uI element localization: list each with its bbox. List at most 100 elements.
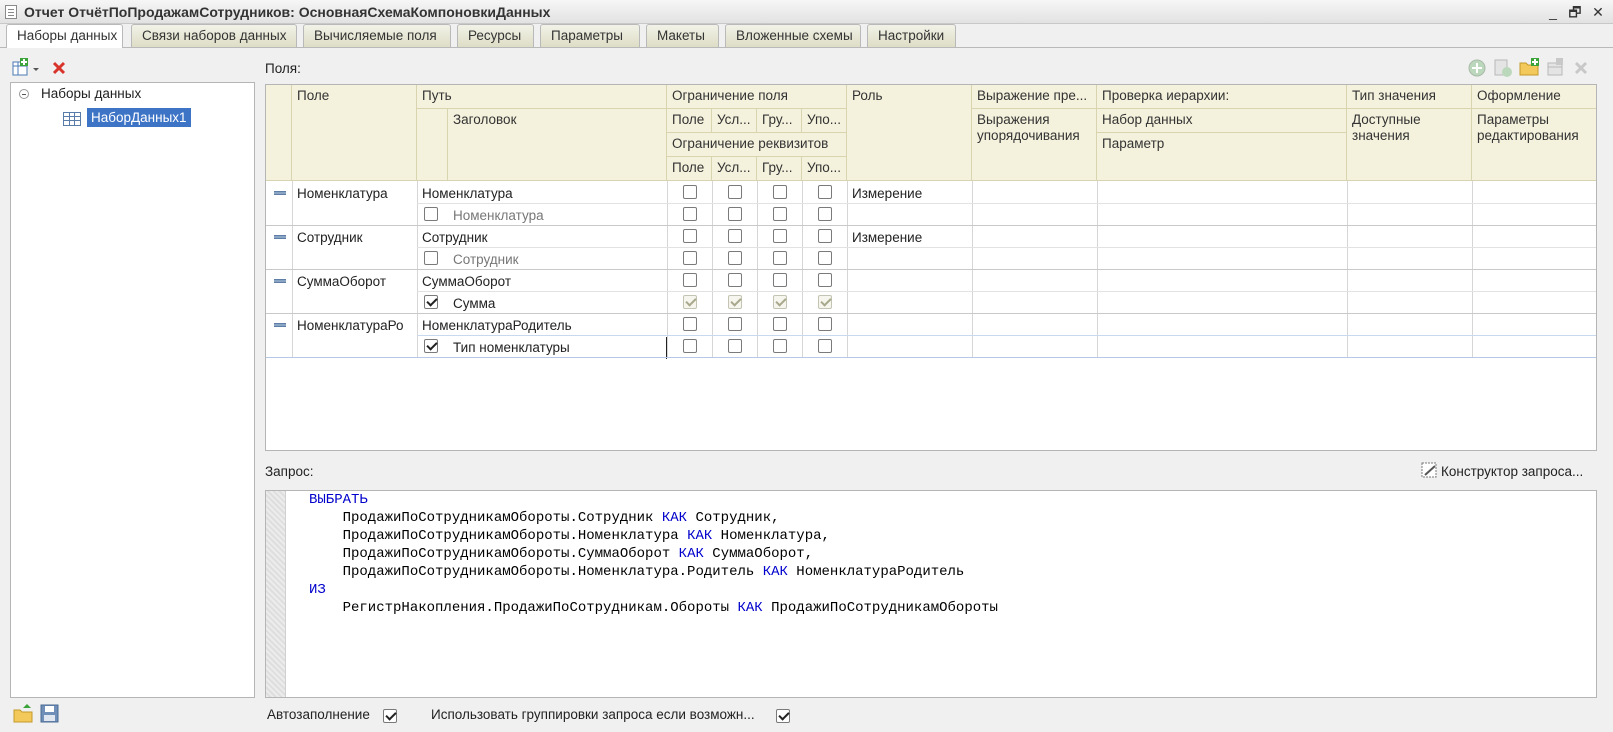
- col-available-values[interactable]: Доступные значения: [1347, 109, 1472, 181]
- col-r-cond[interactable]: Усл...: [712, 109, 757, 133]
- tab-resources[interactable]: Ресурсы: [457, 24, 534, 47]
- restr-order-checkbox[interactable]: [818, 229, 832, 243]
- tab-nested-schemas[interactable]: Вложенные схемы: [725, 24, 861, 47]
- query-text[interactable]: ВЫБРАТЬ ПродажиПоСотрудникамОбороты.Сотр…: [309, 491, 998, 617]
- col-title[interactable]: Заголовок: [448, 109, 667, 181]
- cell-role[interactable]: [847, 271, 972, 277]
- use-grouping-checkbox[interactable]: [776, 709, 790, 723]
- minimize-button[interactable]: _: [1543, 2, 1563, 22]
- cell-title-editing[interactable]: Тип номенклатуры: [448, 337, 667, 359]
- attr-order-checkbox[interactable]: [818, 207, 832, 221]
- col-restriction-attrs[interactable]: Ограничение реквизитов: [667, 133, 847, 157]
- col-ra-order[interactable]: Упо...: [802, 157, 847, 181]
- restr-group-checkbox[interactable]: [773, 317, 787, 331]
- col-edit-params[interactable]: Параметры редактирования: [1472, 109, 1596, 181]
- attr-cond-checkbox[interactable]: [728, 251, 742, 265]
- cell-field[interactable]: СуммаОборот: [292, 271, 417, 293]
- restr-cond-checkbox[interactable]: [728, 273, 742, 287]
- add-field-icon[interactable]: [1493, 58, 1513, 78]
- attr-group-checkbox[interactable]: [773, 295, 787, 309]
- attr-group-checkbox[interactable]: [773, 251, 787, 265]
- folder-icon[interactable]: [13, 704, 35, 724]
- restr-field-checkbox[interactable]: [683, 317, 697, 331]
- cell-title[interactable]: Сотрудник: [448, 249, 667, 271]
- col-ra-group[interactable]: Гру...: [757, 157, 802, 181]
- cell-title[interactable]: Номенклатура: [448, 205, 667, 227]
- close-button[interactable]: ✕: [1588, 2, 1608, 22]
- cell-path[interactable]: Сотрудник: [417, 227, 667, 249]
- save-icon[interactable]: [40, 704, 60, 724]
- add-folder-icon[interactable]: [1519, 58, 1541, 78]
- remove-icon[interactable]: [1573, 60, 1589, 76]
- restr-order-checkbox[interactable]: [818, 317, 832, 331]
- col-role[interactable]: Роль: [847, 85, 972, 181]
- attr-field-checkbox[interactable]: [683, 251, 697, 265]
- restr-cond-checkbox[interactable]: [728, 229, 742, 243]
- cell-path[interactable]: НоменклатураРодитель: [417, 315, 667, 337]
- cell-field[interactable]: НоменклатураРо: [292, 315, 417, 337]
- add-circle-icon[interactable]: [1467, 58, 1487, 78]
- col-restriction-field[interactable]: Ограничение поля: [667, 85, 847, 109]
- restore-button[interactable]: 🗗: [1565, 2, 1585, 22]
- col-field[interactable]: Поле: [292, 85, 417, 181]
- restr-field-checkbox[interactable]: [683, 273, 697, 287]
- cell-role[interactable]: Измерение: [847, 183, 972, 205]
- collapse-icon[interactable]: [19, 89, 29, 99]
- query-editor[interactable]: ВЫБРАТЬ ПродажиПоСотрудникамОбороты.Сотр…: [265, 490, 1597, 698]
- cell-path[interactable]: СуммаОборот: [417, 271, 667, 293]
- col-format[interactable]: Оформление: [1472, 85, 1596, 109]
- attr-group-checkbox[interactable]: [773, 207, 787, 221]
- col-dataset[interactable]: Набор данных: [1097, 109, 1347, 133]
- restr-cond-checkbox[interactable]: [728, 185, 742, 199]
- col-r-field[interactable]: Поле: [667, 109, 712, 133]
- row-collapse-icon[interactable]: [274, 235, 286, 239]
- col-ra-field[interactable]: Поле: [667, 157, 712, 181]
- add-table-icon[interactable]: [1546, 58, 1566, 78]
- col-param[interactable]: Параметр: [1097, 133, 1347, 181]
- cell-path[interactable]: Номенклатура: [417, 183, 667, 205]
- restr-order-checkbox[interactable]: [818, 273, 832, 287]
- col-expr-order[interactable]: Выражения упорядочивания: [972, 109, 1097, 181]
- autofill-checkbox[interactable]: [383, 709, 397, 723]
- cell-field[interactable]: Номенклатура: [292, 183, 417, 205]
- restr-group-checkbox[interactable]: [773, 229, 787, 243]
- attr-group-checkbox[interactable]: [773, 339, 787, 353]
- attr-cond-checkbox[interactable]: [728, 339, 742, 353]
- attr-order-checkbox[interactable]: [818, 295, 832, 309]
- col-path[interactable]: Путь: [417, 85, 667, 109]
- restr-field-checkbox[interactable]: [683, 185, 697, 199]
- cell-role[interactable]: [847, 315, 972, 321]
- restr-cond-checkbox[interactable]: [728, 317, 742, 331]
- col-value-type[interactable]: Тип значения: [1347, 85, 1472, 109]
- attr-field-checkbox[interactable]: [683, 295, 697, 309]
- row-collapse-icon[interactable]: [274, 279, 286, 283]
- restr-order-checkbox[interactable]: [818, 185, 832, 199]
- add-dataset-icon[interactable]: [12, 58, 42, 78]
- col-hier-check[interactable]: Проверка иерархии:: [1097, 85, 1347, 109]
- col-ra-cond[interactable]: Усл...: [712, 157, 757, 181]
- attr-cond-checkbox[interactable]: [728, 207, 742, 221]
- attr-order-checkbox[interactable]: [818, 339, 832, 353]
- query-builder-icon[interactable]: [1421, 462, 1439, 480]
- attr-order-checkbox[interactable]: [818, 251, 832, 265]
- delete-icon[interactable]: [51, 60, 67, 76]
- cell-role[interactable]: Измерение: [847, 227, 972, 249]
- tree-item-dataset1[interactable]: НаборДанных1: [87, 108, 191, 127]
- restr-field-checkbox[interactable]: [683, 229, 697, 243]
- attr-cond-checkbox[interactable]: [728, 295, 742, 309]
- tab-datasets[interactable]: Наборы данных: [6, 24, 123, 48]
- cell-field[interactable]: Сотрудник: [292, 227, 417, 249]
- tab-dataset-links[interactable]: Связи наборов данных: [131, 24, 297, 47]
- col-r-group[interactable]: Гру...: [757, 109, 802, 133]
- query-builder-button[interactable]: Конструктор запроса...: [1441, 464, 1583, 479]
- tree-root-label[interactable]: Наборы данных: [41, 86, 141, 101]
- title-checkbox[interactable]: [424, 251, 438, 265]
- title-checkbox[interactable]: [424, 207, 438, 221]
- row-collapse-icon[interactable]: [274, 323, 286, 327]
- col-expr-pres[interactable]: Выражение пре...: [972, 85, 1097, 109]
- row-collapse-icon[interactable]: [274, 191, 286, 195]
- tab-templates[interactable]: Макеты: [646, 24, 719, 47]
- restr-group-checkbox[interactable]: [773, 273, 787, 287]
- attr-field-checkbox[interactable]: [683, 207, 697, 221]
- col-r-order[interactable]: Упо...: [802, 109, 847, 133]
